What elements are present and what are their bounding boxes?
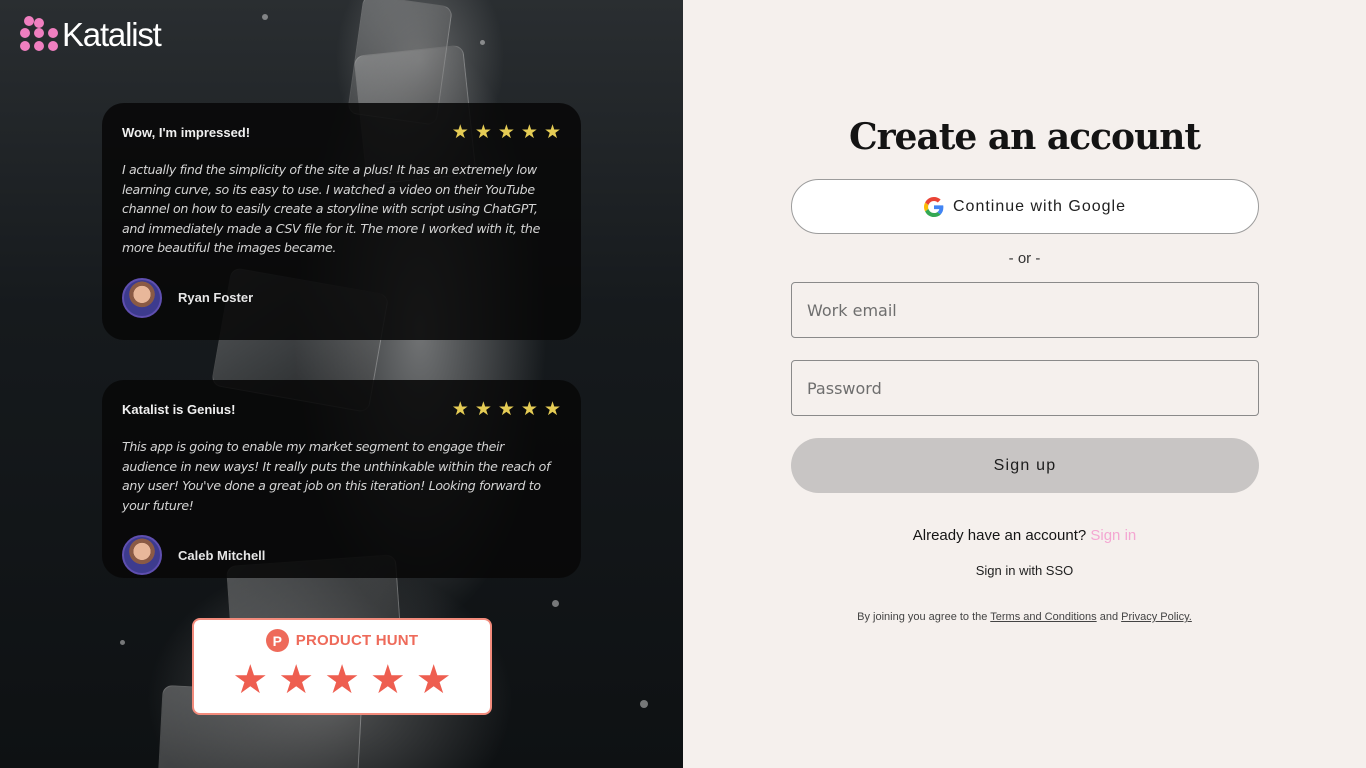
terms-prefix: By joining you agree to the	[857, 611, 988, 623]
have-account-text: Already have an account?	[912, 527, 1087, 544]
page-title: Create an account	[848, 116, 1201, 158]
privacy-policy-link[interactable]: Privacy Policy.	[1121, 611, 1192, 623]
continue-with-google-button[interactable]: Continue with Google	[791, 179, 1259, 234]
star-icon: ★	[543, 122, 561, 143]
review-body: I actually find the simplicity of the si…	[122, 162, 540, 255]
avatar	[122, 535, 162, 575]
logo-text: Katalist	[62, 16, 162, 53]
star-icon: ★	[451, 122, 469, 143]
background-droplet	[262, 14, 268, 20]
testimonial-panel: Katalist Wow, I'm impressed! ★ ★ ★ ★ ★ I…	[0, 0, 683, 768]
review-card: Wow, I'm impressed! ★ ★ ★ ★ ★ I actually…	[102, 103, 581, 340]
background-droplet	[480, 40, 485, 45]
logo-dots-icon	[20, 16, 58, 54]
sign-up-button[interactable]: Sign up	[791, 438, 1259, 493]
star-icon: ★	[474, 399, 492, 420]
product-hunt-rating: ★ ★ ★ ★ ★	[194, 660, 490, 700]
product-hunt-icon: P	[265, 629, 289, 652]
star-icon: ★	[369, 658, 406, 702]
star-icon: ★	[451, 399, 469, 420]
star-icon: ★	[232, 658, 269, 702]
star-icon: ★	[497, 399, 515, 420]
terms-link[interactable]: Terms and Conditions	[990, 611, 1096, 623]
terms-notice: By joining you agree to the Terms and Co…	[683, 605, 1366, 629]
password-input[interactable]	[791, 360, 1259, 416]
sign-in-link[interactable]: Sign in	[1090, 527, 1136, 544]
star-icon: ★	[520, 122, 538, 143]
background-droplet	[640, 700, 648, 708]
star-icon: ★	[278, 658, 315, 702]
reviewer-name: Caleb Mitchell	[178, 547, 266, 563]
star-icon: ★	[543, 399, 561, 420]
review-title: Wow, I'm impressed!	[122, 125, 251, 140]
review-rating: ★ ★ ★ ★ ★	[452, 400, 561, 419]
sign-in-prompt: Already have an account? Sign in	[683, 527, 1366, 544]
background-droplet	[120, 640, 125, 645]
work-email-input[interactable]	[791, 282, 1259, 338]
star-icon: ★	[474, 122, 492, 143]
product-hunt-label: PRODUCT HUNT	[295, 632, 419, 649]
review-rating: ★ ★ ★ ★ ★	[452, 123, 561, 142]
google-icon	[924, 196, 944, 217]
reviewer-name: Ryan Foster	[178, 290, 254, 305]
star-icon: ★	[415, 658, 452, 702]
star-icon: ★	[497, 122, 515, 143]
review-body: This app is going to enable my market se…	[122, 439, 551, 513]
product-hunt-badge[interactable]: P PRODUCT HUNT ★ ★ ★ ★ ★	[192, 618, 492, 715]
katalist-logo[interactable]: Katalist	[20, 16, 162, 54]
signup-panel: Create an account Continue with Google -…	[683, 0, 1366, 768]
terms-and: and	[1099, 611, 1119, 623]
background-droplet	[552, 600, 559, 607]
or-divider: - or -	[1008, 250, 1041, 267]
review-card: Katalist is Genius! ★ ★ ★ ★ ★ This app i…	[102, 380, 581, 578]
sign-in-sso-link[interactable]: Sign in with SSO	[683, 563, 1366, 578]
star-icon: ★	[520, 399, 538, 420]
avatar	[122, 277, 162, 318]
google-button-label: Continue with Google	[953, 197, 1126, 215]
review-title: Katalist is Genius!	[122, 402, 236, 417]
star-icon: ★	[324, 658, 360, 702]
